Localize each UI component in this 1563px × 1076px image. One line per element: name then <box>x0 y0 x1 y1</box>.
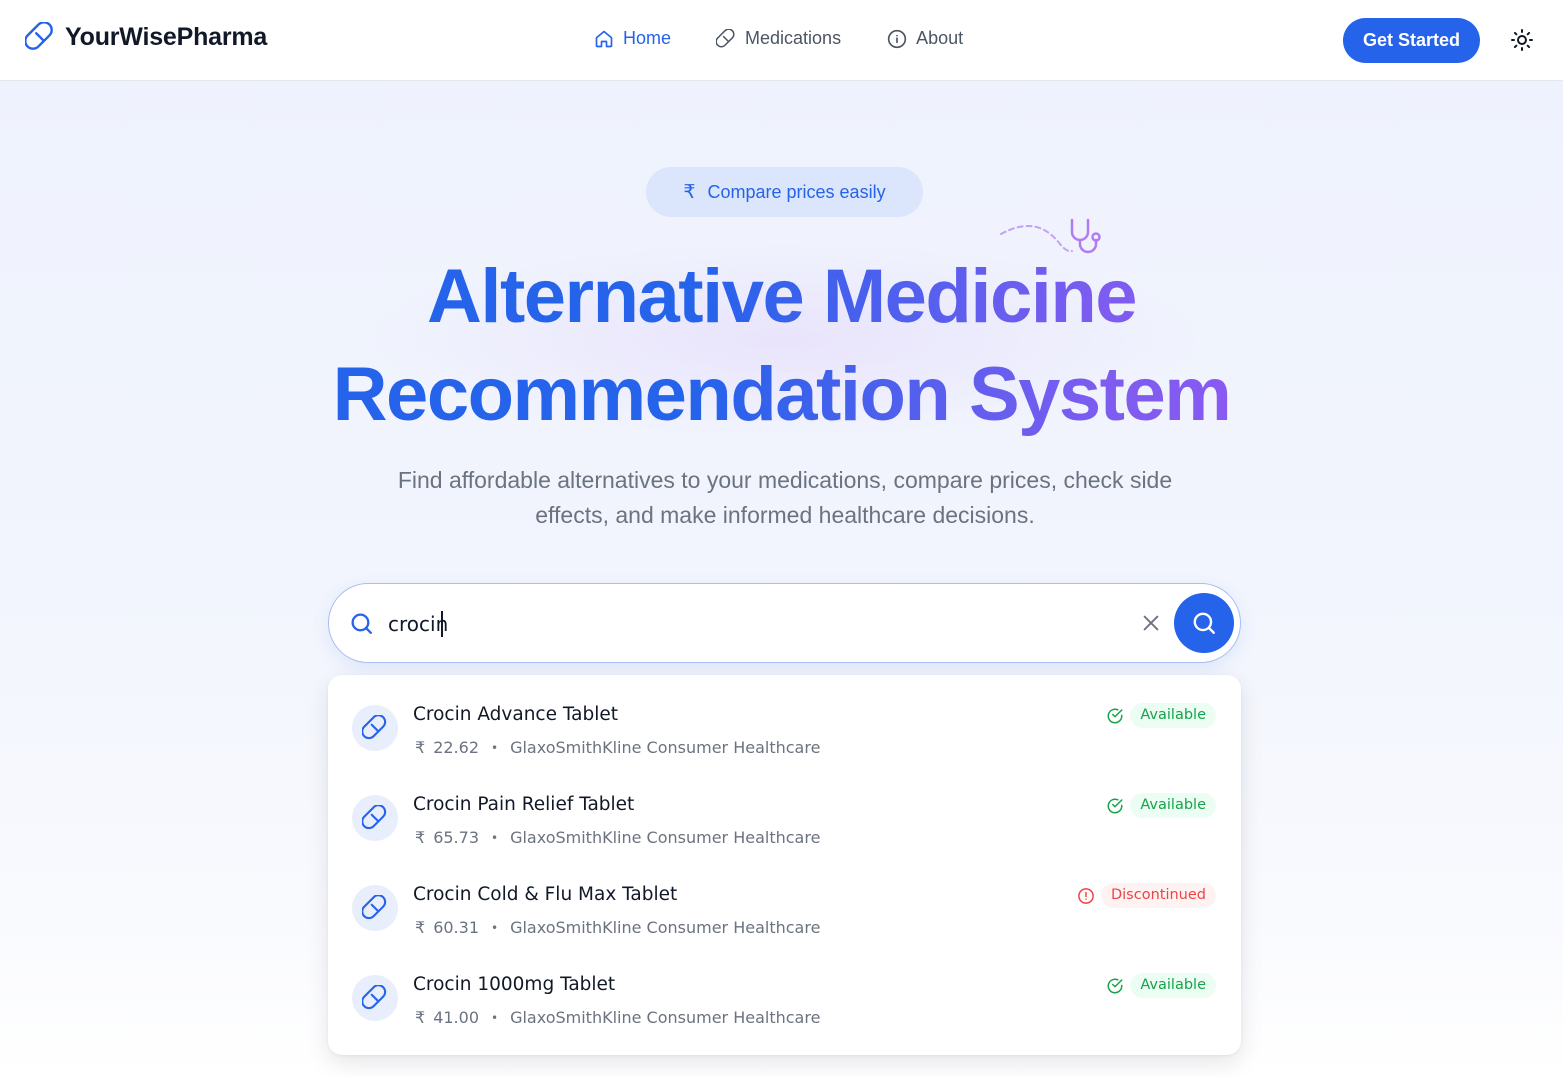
nav-about-label: About <box>916 28 964 48</box>
medicine-manufacturer: GlaxoSmithKline Consumer Healthcare <box>510 918 821 937</box>
search-button[interactable] <box>1174 593 1234 653</box>
medicine-name: Crocin Pain Relief Tablet <box>413 794 635 815</box>
medicine-manufacturer: GlaxoSmithKline Consumer Healthcare <box>510 828 821 847</box>
medicine-avatar <box>352 795 398 841</box>
text-caret <box>441 611 443 637</box>
medicine-manufacturer: GlaxoSmithKline Consumer Healthcare <box>510 738 821 757</box>
nav-medications-label: Medications <box>745 28 842 48</box>
rupee-icon: ₹ <box>683 181 696 203</box>
nav-home-label: Home <box>623 28 672 48</box>
status-badge: Available <box>1130 973 1216 998</box>
search-icon <box>1193 612 1215 634</box>
title-line-2: Recommendation System <box>0 346 1563 444</box>
info-icon <box>887 29 907 48</box>
top-navbar: YourWisePharma Home Medications About Ge… <box>0 0 1563 81</box>
medicine-meta: ₹ 41.00 • GlaxoSmithKline Consumer Healt… <box>415 1008 820 1027</box>
check-circle-icon <box>1107 708 1123 723</box>
medicine-price: 41.00 <box>433 1008 479 1027</box>
medicine-avatar <box>352 885 398 931</box>
status-indicator: Available <box>1106 973 1216 998</box>
medicine-avatar <box>352 975 398 1021</box>
status-badge: Discontinued <box>1100 883 1216 908</box>
suggestion-item[interactable]: Crocin Pain Relief Tablet ₹ 65.73 • Glax… <box>328 765 1241 855</box>
medicine-price: 22.62 <box>433 738 479 757</box>
nav-home[interactable]: Home <box>594 28 671 49</box>
suggestion-item[interactable]: Crocin Advance Tablet ₹ 22.62 • GlaxoSmi… <box>328 675 1241 765</box>
suggestion-item[interactable]: Crocin 1000mg Tablet ₹ 41.00 • GlaxoSmit… <box>328 945 1241 1035</box>
compare-prices-pill: ₹ Compare prices easily <box>646 167 923 217</box>
status-indicator: Available <box>1106 793 1216 818</box>
brand-logo[interactable]: YourWisePharma <box>25 22 267 52</box>
search-suggestions: Crocin Advance Tablet ₹ 22.62 • GlaxoSmi… <box>328 675 1241 1055</box>
medicine-name: Crocin Advance Tablet <box>413 704 618 725</box>
pill-icon <box>25 22 53 50</box>
check-circle-icon <box>1107 798 1123 813</box>
medicine-price: 60.31 <box>433 918 479 937</box>
page-title: Alternative Medicine Recommendation Syst… <box>0 248 1563 444</box>
suggestion-item[interactable]: Crocin Cold & Flu Max Tablet ₹ 60.31 • G… <box>328 855 1241 945</box>
pill-icon <box>362 985 387 1010</box>
pill-text: Compare prices easily <box>707 181 886 202</box>
get-started-button[interactable]: Get Started <box>1343 18 1480 63</box>
rupee-icon: ₹ <box>415 828 426 847</box>
separator-dot: • <box>491 1010 499 1025</box>
sun-icon[interactable] <box>1510 28 1534 52</box>
rupee-icon: ₹ <box>415 918 426 937</box>
status-indicator: Discontinued <box>1077 883 1216 908</box>
separator-dot: • <box>491 740 499 755</box>
pill-icon <box>362 805 387 830</box>
status-badge: Available <box>1130 703 1216 728</box>
alert-circle-icon <box>1078 887 1094 904</box>
separator-dot: • <box>491 920 499 935</box>
nav-medications[interactable]: Medications <box>716 28 841 49</box>
main-nav: Home Medications About <box>594 28 963 49</box>
rupee-icon: ₹ <box>415 738 426 757</box>
close-icon[interactable] <box>1140 612 1162 634</box>
home-icon <box>595 30 613 47</box>
pill-icon <box>362 895 387 920</box>
medicine-search-bar[interactable] <box>328 583 1241 663</box>
search-input[interactable] <box>388 604 1128 644</box>
check-circle-icon <box>1107 978 1123 993</box>
medicine-price: 65.73 <box>433 828 479 847</box>
medicine-manufacturer: GlaxoSmithKline Consumer Healthcare <box>510 1008 821 1027</box>
separator-dot: • <box>491 830 499 845</box>
medicine-meta: ₹ 65.73 • GlaxoSmithKline Consumer Healt… <box>415 828 820 847</box>
status-badge: Available <box>1130 793 1216 818</box>
medicine-meta: ₹ 22.62 • GlaxoSmithKline Consumer Healt… <box>415 738 820 757</box>
pill-icon <box>716 28 735 47</box>
pill-icon <box>362 715 387 740</box>
brand-name: YourWisePharma <box>65 22 268 51</box>
status-indicator: Available <box>1106 703 1216 728</box>
search-icon <box>351 613 373 635</box>
medicine-meta: ₹ 60.31 • GlaxoSmithKline Consumer Healt… <box>415 918 820 937</box>
nav-about[interactable]: About <box>887 28 963 49</box>
rupee-icon: ₹ <box>415 1008 426 1027</box>
title-line-1: Alternative Medicine <box>0 248 1563 346</box>
medicine-name: Crocin 1000mg Tablet <box>413 974 616 995</box>
medicine-name: Crocin Cold & Flu Max Tablet <box>413 884 678 905</box>
medicine-avatar <box>352 705 398 751</box>
page-subtitle: Find affordable alternatives to your med… <box>397 467 1173 528</box>
